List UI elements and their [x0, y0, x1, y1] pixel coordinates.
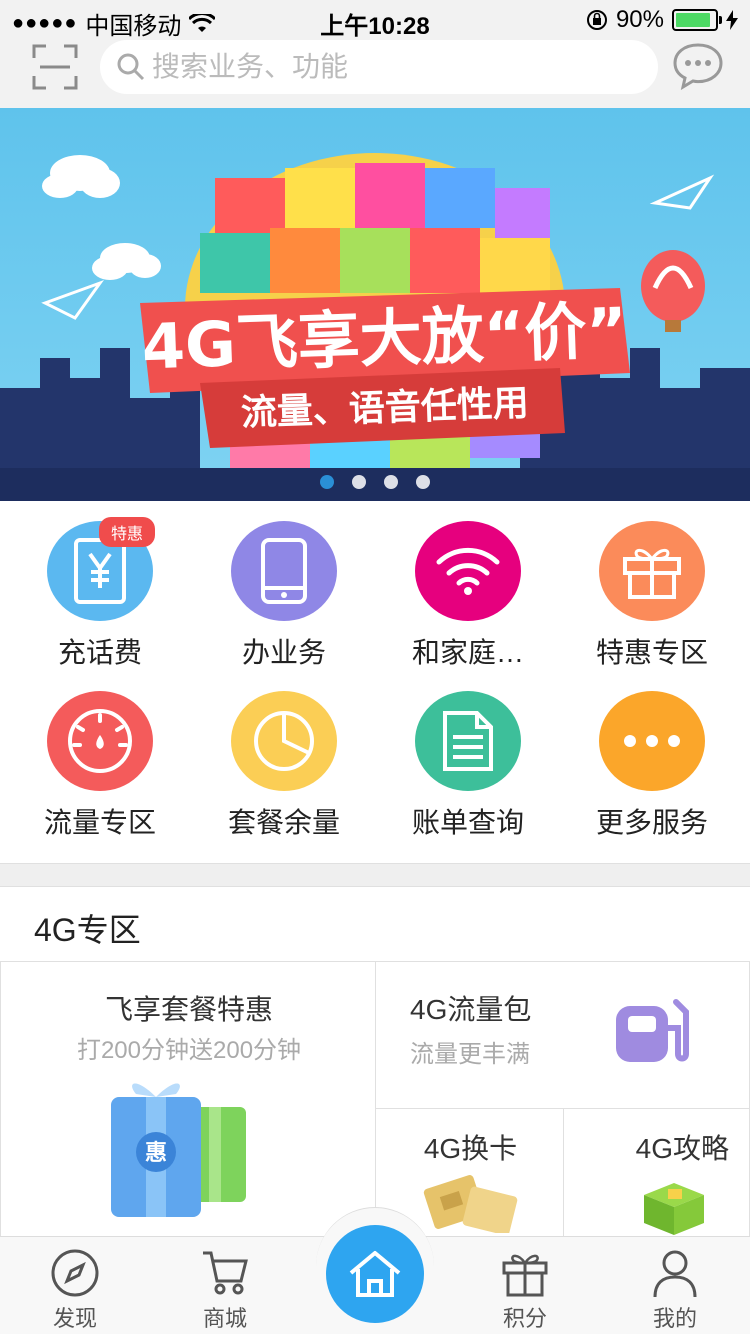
- tab-discover[interactable]: 发现: [25, 1247, 125, 1333]
- service-recharge[interactable]: 特惠 充话费: [8, 501, 192, 671]
- tile-title: 4G攻略: [635, 1133, 729, 1164]
- tile-subtitle: 流量更丰满: [410, 1041, 530, 1068]
- tile-title: 4G换卡: [423, 1133, 518, 1164]
- gift-icon: [502, 1254, 548, 1297]
- tab-label: 我的: [652, 1306, 697, 1331]
- status-bar: ●●●●● 中国移动 上午10:28 90%: [0, 0, 750, 40]
- tile-subtitle: 打200分钟送200分钟: [76, 1037, 302, 1064]
- service-label: 充话费: [57, 637, 142, 668]
- service-label: 套餐余量: [227, 807, 340, 838]
- gauge-icon: [68, 709, 132, 773]
- search-input[interactable]: [152, 51, 632, 83]
- scan-icon[interactable]: [32, 44, 78, 90]
- pie-chart-icon: [254, 711, 314, 771]
- section-divider: [0, 863, 750, 887]
- service-icon-bg: [231, 521, 337, 621]
- tile-title: 飞享套餐特惠: [104, 994, 273, 1025]
- service-bill[interactable]: 账单查询: [376, 671, 560, 841]
- search-box[interactable]: [100, 40, 658, 94]
- banner-dot[interactable]: [416, 475, 430, 489]
- rotation-lock-icon: [586, 10, 607, 30]
- service-icon-bg: [47, 691, 153, 791]
- service-icon-bg: [415, 691, 521, 791]
- service-grid: 特惠 充话费 办业务 和家庭… 特惠专区 流量专区 套餐余量 账单查询 更多服务: [0, 501, 750, 863]
- zone-title: 4G专区: [34, 912, 141, 948]
- service-icon-bg: [415, 521, 521, 621]
- tab-mall[interactable]: 商城: [175, 1247, 275, 1333]
- service-label: 和家庭…: [411, 637, 524, 668]
- banner-dot[interactable]: [320, 475, 334, 489]
- service-icon-bg: [599, 521, 705, 621]
- cart-icon: [203, 1251, 248, 1295]
- service-balance[interactable]: 套餐余量: [192, 671, 376, 841]
- banner-pagination: [0, 475, 750, 489]
- tab-label: 发现: [52, 1306, 97, 1331]
- tab-label: 积分: [502, 1306, 547, 1331]
- service-specials[interactable]: 特惠专区: [560, 501, 744, 671]
- gift-icon: [623, 548, 681, 599]
- zone-4g: 4G专区 飞享套餐特惠 打200分钟送200分钟 惠 4G流量包 流量更丰满 4…: [0, 887, 750, 1251]
- search-header: [0, 40, 750, 106]
- wifi-icon: [436, 547, 500, 595]
- treasure-box-icon: [644, 1183, 704, 1235]
- service-business[interactable]: 办业务: [192, 501, 376, 671]
- tab-mine[interactable]: 我的: [625, 1247, 725, 1333]
- tile-plan-offer[interactable]: 飞享套餐特惠 打200分钟送200分钟 惠: [0, 961, 376, 1251]
- banner-artwork: 4G飞享大放“价” 流量、语音任性用: [0, 153, 750, 501]
- message-icon[interactable]: [672, 42, 724, 90]
- battery-percent: 90%: [615, 6, 664, 33]
- battery-icon: [672, 9, 722, 31]
- promo-badge: 特惠: [98, 517, 155, 547]
- home-icon: [349, 1251, 401, 1297]
- service-label: 特惠专区: [595, 637, 708, 668]
- service-label: 流量专区: [43, 807, 156, 838]
- service-label: 办业务: [241, 637, 326, 668]
- tab-home[interactable]: [326, 1225, 424, 1323]
- tile-data-pack[interactable]: 4G流量包 流量更丰满: [375, 961, 750, 1109]
- user-icon: [653, 1250, 697, 1298]
- svg-text:惠: 惠: [145, 1141, 167, 1166]
- fuel-pump-icon: [616, 999, 689, 1062]
- service-family[interactable]: 和家庭…: [376, 501, 560, 671]
- sim-card-icon: [423, 1175, 518, 1233]
- gift-box-illustration: 惠: [111, 1083, 246, 1217]
- service-more[interactable]: 更多服务: [560, 671, 744, 841]
- service-label: 账单查询: [411, 807, 524, 838]
- tab-points[interactable]: 积分: [475, 1247, 575, 1333]
- compass-icon: [51, 1249, 99, 1297]
- service-icon-bg: 特惠: [47, 517, 155, 621]
- tablet-icon: [261, 538, 307, 604]
- service-data[interactable]: 流量专区: [8, 671, 192, 841]
- service-icon-bg: [599, 691, 705, 791]
- document-icon: [443, 711, 493, 771]
- tab-bar: 发现 商城 积分 我的: [0, 1207, 750, 1334]
- tile-guide[interactable]: 4G攻略: [563, 1108, 750, 1248]
- banner-dot[interactable]: [384, 475, 398, 489]
- tab-label: 商城: [202, 1306, 247, 1331]
- charging-icon: [726, 10, 738, 30]
- promo-banner[interactable]: 4G飞享大放“价” 流量、语音任性用: [0, 108, 750, 501]
- tile-title: 4G流量包: [410, 994, 532, 1025]
- banner-dot[interactable]: [352, 475, 366, 489]
- search-icon: [117, 53, 145, 81]
- service-icon-bg: [231, 691, 337, 791]
- more-icon: [624, 735, 680, 747]
- service-label: 更多服务: [595, 807, 708, 838]
